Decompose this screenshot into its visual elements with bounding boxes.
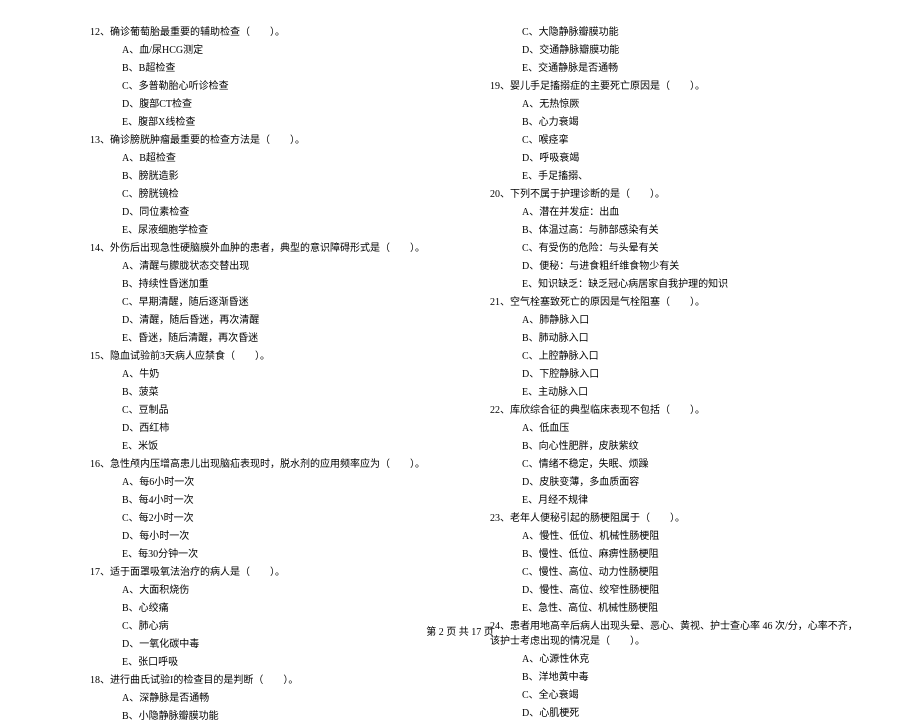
question-line: 21、空气栓塞致死亡的原因是气栓阻塞（ ）。 [490, 295, 860, 310]
question-line: 23、老年人便秘引起的肠梗阻属于（ ）。 [490, 511, 860, 526]
option-line: D、皮肤变薄，多血质面容 [490, 475, 860, 490]
option-line: E、每30分钟一次 [90, 547, 460, 562]
question-line: 19、婴儿手足搐搦症的主要死亡原因是（ ）。 [490, 79, 860, 94]
option-line: B、小隐静脉瓣膜功能 [90, 709, 460, 724]
page-footer: 第 2 页 共 17 页 [0, 623, 920, 638]
option-line: D、心肌梗死 [490, 706, 860, 721]
option-line: E、张口呼吸 [90, 655, 460, 670]
option-line: A、血/尿HCG测定 [90, 43, 460, 58]
option-line: A、心源性休克 [490, 652, 860, 667]
option-line: B、膀胱造影 [90, 169, 460, 184]
option-line: B、心力衰竭 [490, 115, 860, 130]
option-line: C、多普勒胎心听诊检查 [90, 79, 460, 94]
option-line: E、主动脉入口 [490, 385, 860, 400]
option-line: E、昏迷，随后清醒，再次昏迷 [90, 331, 460, 346]
two-column-layout: 12、确诊葡萄胎最重要的辅助检查（ ）。 A、血/尿HCG测定 B、B超检查 C、多普… [90, 25, 860, 727]
question-line: 22、库欣综合征的典型临床表现不包括（ ）。 [490, 403, 860, 418]
option-line: A、肺静脉入口 [490, 313, 860, 328]
option-line: E、尿液细胞学检查 [90, 223, 460, 238]
option-line: C、早期清醒，随后逐渐昏迷 [90, 295, 460, 310]
option-line: E、交通静脉是否通畅 [490, 61, 860, 76]
option-line: D、西红柿 [90, 421, 460, 436]
option-line: B、B超检查 [90, 61, 460, 76]
option-line: C、慢性、高位、动力性肠梗阻 [490, 565, 860, 580]
option-line: E、米饭 [90, 439, 460, 454]
question-line: 18、进行曲氏试验I的检查目的是判断（ ）。 [90, 673, 460, 688]
option-line: A、深静脉是否通畅 [90, 691, 460, 706]
option-line: E、手足搐搦、 [490, 169, 860, 184]
option-line: C、情绪不稳定，失眠、烦躁 [490, 457, 860, 472]
right-column: C、大隐静脉瓣膜功能 D、交通静脉瓣膜功能 E、交通静脉是否通畅 19、婴儿手足搐搦症… [490, 25, 860, 727]
option-line: A、大面积烧伤 [90, 583, 460, 598]
option-line: B、体温过高：与肺部感染有关 [490, 223, 860, 238]
option-line: B、持续性昏迷加重 [90, 277, 460, 292]
question-line: 20、下列不属于护理诊断的是（ ）。 [490, 187, 860, 202]
option-line: B、每4小时一次 [90, 493, 460, 508]
option-line: C、喉痉挛 [490, 133, 860, 148]
option-line: C、膀胱镜检 [90, 187, 460, 202]
option-line: A、牛奶 [90, 367, 460, 382]
option-line: D、清醒，随后昏迷，再次清醒 [90, 313, 460, 328]
option-line: C、上腔静脉入口 [490, 349, 860, 364]
option-line: B、慢性、低位、麻痹性肠梗阻 [490, 547, 860, 562]
option-line: E、知识缺乏：缺乏冠心病居家自我护理的知识 [490, 277, 860, 292]
option-line: A、低血压 [490, 421, 860, 436]
option-line: C、大隐静脉瓣膜功能 [490, 25, 860, 40]
option-line: B、肺动脉入口 [490, 331, 860, 346]
option-line: B、洋地黄中毒 [490, 670, 860, 685]
option-line: A、清醒与朦胧状态交替出现 [90, 259, 460, 274]
option-line: B、向心性肥胖，皮肤紫纹 [490, 439, 860, 454]
option-line: A、慢性、低位、机械性肠梗阻 [490, 529, 860, 544]
option-line: A、每6小时一次 [90, 475, 460, 490]
option-line: A、潜在并发症：出血 [490, 205, 860, 220]
option-line: D、慢性、高位、绞窄性肠梗阻 [490, 583, 860, 598]
option-line: B、菠菜 [90, 385, 460, 400]
option-line: C、全心衰竭 [490, 688, 860, 703]
question-line: 16、急性颅内压增高患儿出现脑疝表现时，脱水剂的应用频率应为（ ）。 [90, 457, 460, 472]
question-line: 15、隐血试验前3天病人应禁食（ ）。 [90, 349, 460, 364]
option-line: E、腹部X线检查 [90, 115, 460, 130]
left-column: 12、确诊葡萄胎最重要的辅助检查（ ）。 A、血/尿HCG测定 B、B超检查 C、多普… [90, 25, 460, 727]
option-line: C、每2小时一次 [90, 511, 460, 526]
option-line: C、豆制品 [90, 403, 460, 418]
option-line: A、无热惊厥 [490, 97, 860, 112]
option-line: D、下腔静脉入口 [490, 367, 860, 382]
option-line: D、呼吸衰竭 [490, 151, 860, 166]
option-line: D、交通静脉瓣膜功能 [490, 43, 860, 58]
question-line: 12、确诊葡萄胎最重要的辅助检查（ ）。 [90, 25, 460, 40]
question-line: 17、适于面罩吸氧法治疗的病人是（ ）。 [90, 565, 460, 580]
option-line: D、每小时一次 [90, 529, 460, 544]
option-line: B、心绞痛 [90, 601, 460, 616]
option-line: D、腹部CT检查 [90, 97, 460, 112]
option-line: D、同位素检查 [90, 205, 460, 220]
question-line: 14、外伤后出现急性硬脑膜外血肿的患者，典型的意识障碍形式是（ ）。 [90, 241, 460, 256]
option-line: C、有受伤的危险：与头晕有关 [490, 241, 860, 256]
option-line: E、月经不规律 [490, 493, 860, 508]
option-line: A、B超检查 [90, 151, 460, 166]
question-line: 13、确诊膀胱肿瘤最重要的检查方法是（ ）。 [90, 133, 460, 148]
option-line: D、便秘：与进食粗纤维食物少有关 [490, 259, 860, 274]
option-line: E、急性、高位、机械性肠梗阻 [490, 601, 860, 616]
